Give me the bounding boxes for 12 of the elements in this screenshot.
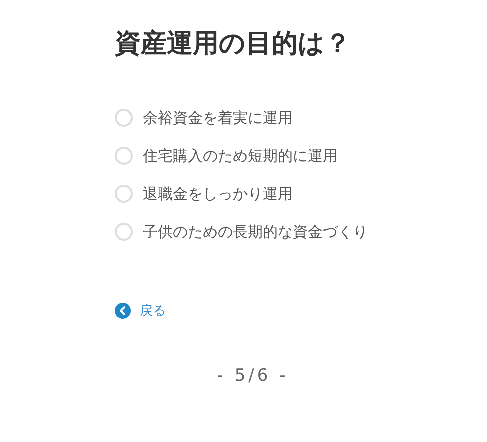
- page-indicator: - 5/6 -: [216, 366, 290, 386]
- back-link[interactable]: 戻る: [115, 302, 166, 320]
- answer-option[interactable]: 子供のための長期的な資金づくり: [115, 220, 368, 244]
- back-icon: [115, 303, 131, 319]
- answer-option[interactable]: 住宅購入のため短期的に運用: [115, 144, 338, 168]
- radio-button[interactable]: [115, 109, 133, 127]
- answer-option[interactable]: 退職金をしっかり運用: [115, 182, 293, 206]
- radio-button[interactable]: [115, 185, 133, 203]
- question-title: 資産運用の目的は？: [115, 28, 352, 61]
- radio-button[interactable]: [115, 147, 133, 165]
- answer-option[interactable]: 余裕資金を着実に運用: [115, 106, 293, 130]
- radio-button[interactable]: [115, 223, 133, 241]
